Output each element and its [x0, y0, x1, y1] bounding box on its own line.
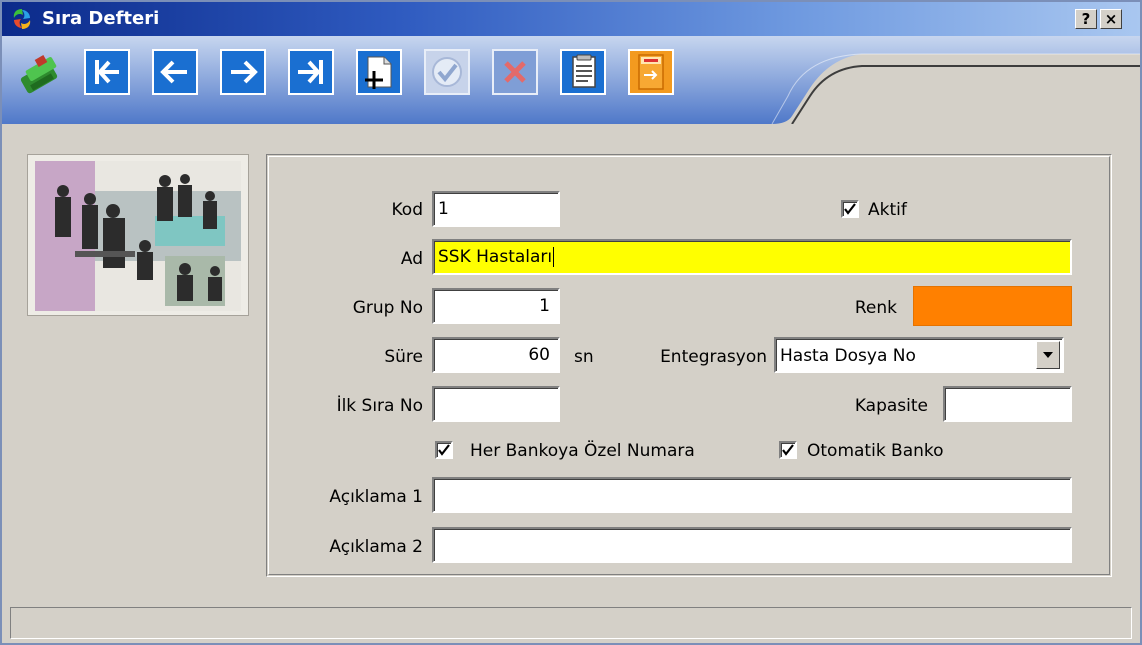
grup-no-input[interactable]: 1 — [432, 288, 560, 324]
otomatik-banko-checkbox[interactable] — [779, 441, 797, 459]
ilk-sira-no-input[interactable] — [432, 386, 560, 422]
renk-label: Renk — [854, 298, 897, 318]
grup-no-label: Grup No — [352, 298, 423, 318]
close-button[interactable]: × — [1100, 9, 1122, 29]
aciklama-1-input[interactable] — [432, 477, 1072, 513]
chevron-down-icon — [1043, 352, 1053, 358]
title-bar[interactable]: Sıra Defteri ? × — [2, 2, 1140, 36]
photo-frame — [27, 154, 249, 316]
kod-input[interactable]: 1 — [432, 191, 560, 227]
status-bar — [10, 607, 1132, 639]
cash-register-button[interactable] — [18, 49, 64, 95]
save-button[interactable] — [424, 49, 470, 95]
her-bankoya-checkbox[interactable] — [435, 441, 453, 459]
sure-label: Süre — [384, 347, 423, 367]
last-record-icon — [298, 60, 323, 84]
entegrasyon-label: Entegrasyon — [660, 347, 767, 367]
ad-input[interactable]: SSK Hastaları — [432, 239, 1072, 275]
ilk-sira-no-label: İlk Sıra No — [336, 396, 423, 416]
kod-label: Kod — [391, 200, 424, 220]
text-cursor — [553, 247, 555, 267]
renk-color-picker[interactable] — [913, 286, 1072, 326]
ad-value: SSK Hastaları — [438, 247, 553, 267]
otomatik-banko-label: Otomatik Banko — [807, 441, 944, 461]
aciklama-1-label: Açıklama 1 — [329, 487, 423, 507]
previous-record-icon — [160, 60, 187, 84]
entegrasyon-value: Hasta Dosya No — [780, 346, 916, 366]
cash-register-icon — [20, 55, 58, 94]
checkmark-icon — [782, 444, 794, 456]
entegrasyon-select[interactable]: Hasta Dosya No — [774, 337, 1064, 373]
sure-input[interactable]: 60 — [432, 337, 560, 373]
last-record-button[interactable] — [288, 49, 334, 95]
aciklama-2-label: Açıklama 2 — [329, 537, 423, 557]
aktif-label: Aktif — [868, 200, 907, 220]
next-record-icon — [231, 60, 258, 84]
business-people-image — [35, 161, 241, 311]
delete-x-icon — [504, 61, 526, 83]
kapasite-input[interactable] — [943, 386, 1072, 422]
aktif-checkbox[interactable] — [841, 200, 859, 218]
new-record-icon — [365, 56, 392, 89]
first-record-button[interactable] — [84, 49, 130, 95]
checkmark-icon — [438, 444, 450, 456]
previous-record-button[interactable] — [152, 49, 198, 95]
checkmark-icon — [844, 203, 856, 215]
dropdown-arrow-button[interactable] — [1036, 341, 1060, 369]
kapasite-label: Kapasite — [854, 396, 928, 416]
exit-button[interactable] — [628, 49, 674, 95]
first-record-icon — [95, 60, 119, 84]
next-record-button[interactable] — [220, 49, 266, 95]
help-button[interactable]: ? — [1075, 9, 1097, 29]
save-check-icon — [432, 57, 462, 87]
ad-label: Ad — [400, 249, 423, 269]
toolbar — [2, 36, 1140, 124]
app-logo-icon — [13, 9, 31, 29]
exit-door-icon — [638, 54, 664, 90]
sira-defteri-window: Sıra Defteri ? × Kod 1 Aktif Ad SSK Hast… — [0, 0, 1142, 645]
window-title: Sıra Defteri — [42, 8, 160, 29]
sure-unit: sn — [574, 347, 594, 367]
new-record-button[interactable] — [356, 49, 402, 95]
list-button[interactable] — [560, 49, 606, 95]
her-bankoya-label: Her Bankoya Özel Numara — [470, 441, 695, 461]
delete-button[interactable] — [492, 49, 538, 95]
aciklama-2-input[interactable] — [432, 527, 1072, 563]
list-document-icon — [572, 54, 596, 88]
